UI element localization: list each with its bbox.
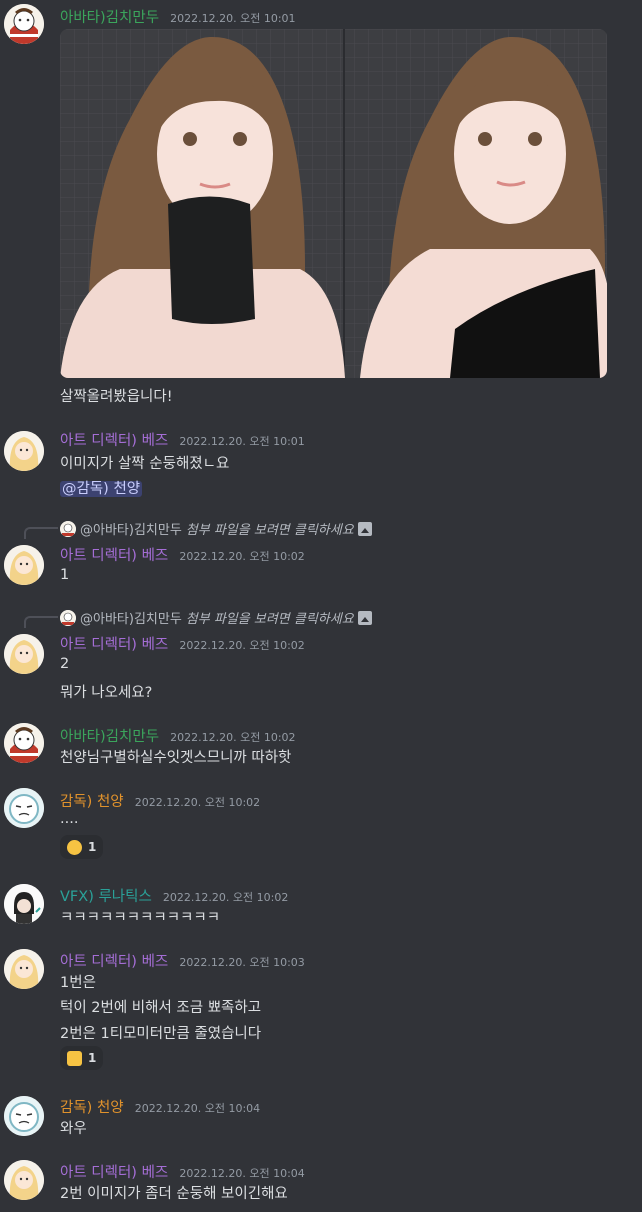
timestamp: 2022.12.20. 오전 10:02	[179, 550, 305, 563]
avatar[interactable]	[4, 723, 44, 763]
message-text: ....	[60, 811, 79, 827]
user-mention[interactable]: @감독) 천양	[60, 481, 143, 497]
username[interactable]: 감독) 천양	[60, 794, 124, 810]
username[interactable]: 아트 디렉터) 베즈	[60, 637, 168, 653]
reaction[interactable]: 1	[60, 1046, 104, 1070]
reply-username[interactable]: @아바타)김치만두	[80, 608, 182, 627]
message-text: 턱이 2번에 비해서 조금 뾰족하고	[60, 1000, 262, 1016]
timestamp: 2022.12.20. 오전 10:02	[170, 731, 296, 744]
timestamp: 2022.12.20. 오전 10:01	[179, 435, 305, 448]
avatar[interactable]	[4, 431, 44, 471]
timestamp: 2022.12.20. 오전 10:01	[170, 12, 296, 25]
reaction-count: 1	[88, 840, 97, 854]
avatar[interactable]	[4, 884, 44, 924]
avatar[interactable]	[4, 634, 44, 674]
message-text: 1번은	[60, 975, 96, 991]
username[interactable]: 아바타)김치만두	[60, 729, 159, 745]
reply-avatar	[60, 609, 76, 626]
reply-text[interactable]: 첨부 파일을 보려면 클릭하세요	[186, 608, 354, 627]
message-text: 뭐가 나오세요?	[60, 685, 153, 701]
reply-preview[interactable]: @아바타)김치만두 첨부 파일을 보려면 클릭하세요	[60, 519, 372, 538]
message-text: 살짝올려봤읍니다!	[60, 389, 173, 405]
image-icon	[357, 521, 372, 536]
message-text: ㅋㅋㅋㅋㅋㅋㅋㅋㅋㅋㅋㅋ	[60, 910, 221, 926]
username[interactable]: 아트 디렉터) 베즈	[60, 1165, 168, 1181]
avatar[interactable]	[4, 1096, 44, 1136]
avatar[interactable]	[4, 4, 44, 44]
username[interactable]: 아트 디렉터) 베즈	[60, 548, 168, 564]
message-text: 이미지가 살짝 순둥해졌ㄴ요	[60, 456, 230, 472]
avatar[interactable]	[4, 788, 44, 828]
username[interactable]: 감독) 천양	[60, 1100, 124, 1116]
reaction[interactable]: 1	[60, 835, 104, 859]
message-text: 와우	[60, 1121, 87, 1137]
message-text: 천양님구별하실수잇겟스므니까 따하핫	[60, 750, 292, 766]
timestamp: 2022.12.20. 오전 10:03	[179, 956, 305, 969]
timestamp: 2022.12.20. 오전 10:04	[134, 1102, 261, 1115]
timestamp: 2022.12.20. 오전 10:04	[179, 1167, 305, 1180]
reply-username[interactable]: @아바타)김치만두	[80, 519, 182, 538]
username[interactable]: 아트 디렉터) 베즈	[60, 954, 168, 970]
avatar[interactable]	[4, 1160, 44, 1200]
timestamp: 2022.12.20. 오전 10:02	[179, 639, 305, 652]
reply-preview[interactable]: @아바타)김치만두 첨부 파일을 보려면 클릭하세요	[60, 608, 372, 627]
message-text: 2	[60, 656, 70, 672]
username[interactable]: 아바타)김치만두	[60, 10, 159, 26]
avatar[interactable]	[4, 545, 44, 585]
message-text: 2번 이미지가 좀더 순둥해 보이긴해요	[60, 1186, 288, 1202]
image-attachment[interactable]	[60, 29, 607, 378]
username[interactable]: VFX) 루나틱스	[60, 889, 152, 905]
message-text: 1	[60, 567, 70, 583]
reaction-count: 1	[88, 1051, 97, 1065]
reply-spine	[24, 527, 58, 539]
username[interactable]: 아트 디렉터) 베즈	[60, 433, 168, 449]
timestamp: 2022.12.20. 오전 10:02	[134, 796, 261, 809]
image-icon	[357, 610, 372, 625]
timestamp: 2022.12.20. 오전 10:02	[162, 891, 289, 904]
mention-line: @감독) 천양	[60, 477, 143, 498]
reply-text[interactable]: 첨부 파일을 보려면 클릭하세요	[186, 519, 354, 538]
message-text: 2번은 1티모미터만큼 줄였습니다	[60, 1026, 262, 1042]
reply-avatar	[60, 520, 76, 537]
thumbs-up-icon	[67, 1050, 82, 1066]
emoji-face-icon	[67, 839, 82, 855]
reply-spine	[24, 616, 58, 628]
avatar[interactable]	[4, 949, 44, 989]
